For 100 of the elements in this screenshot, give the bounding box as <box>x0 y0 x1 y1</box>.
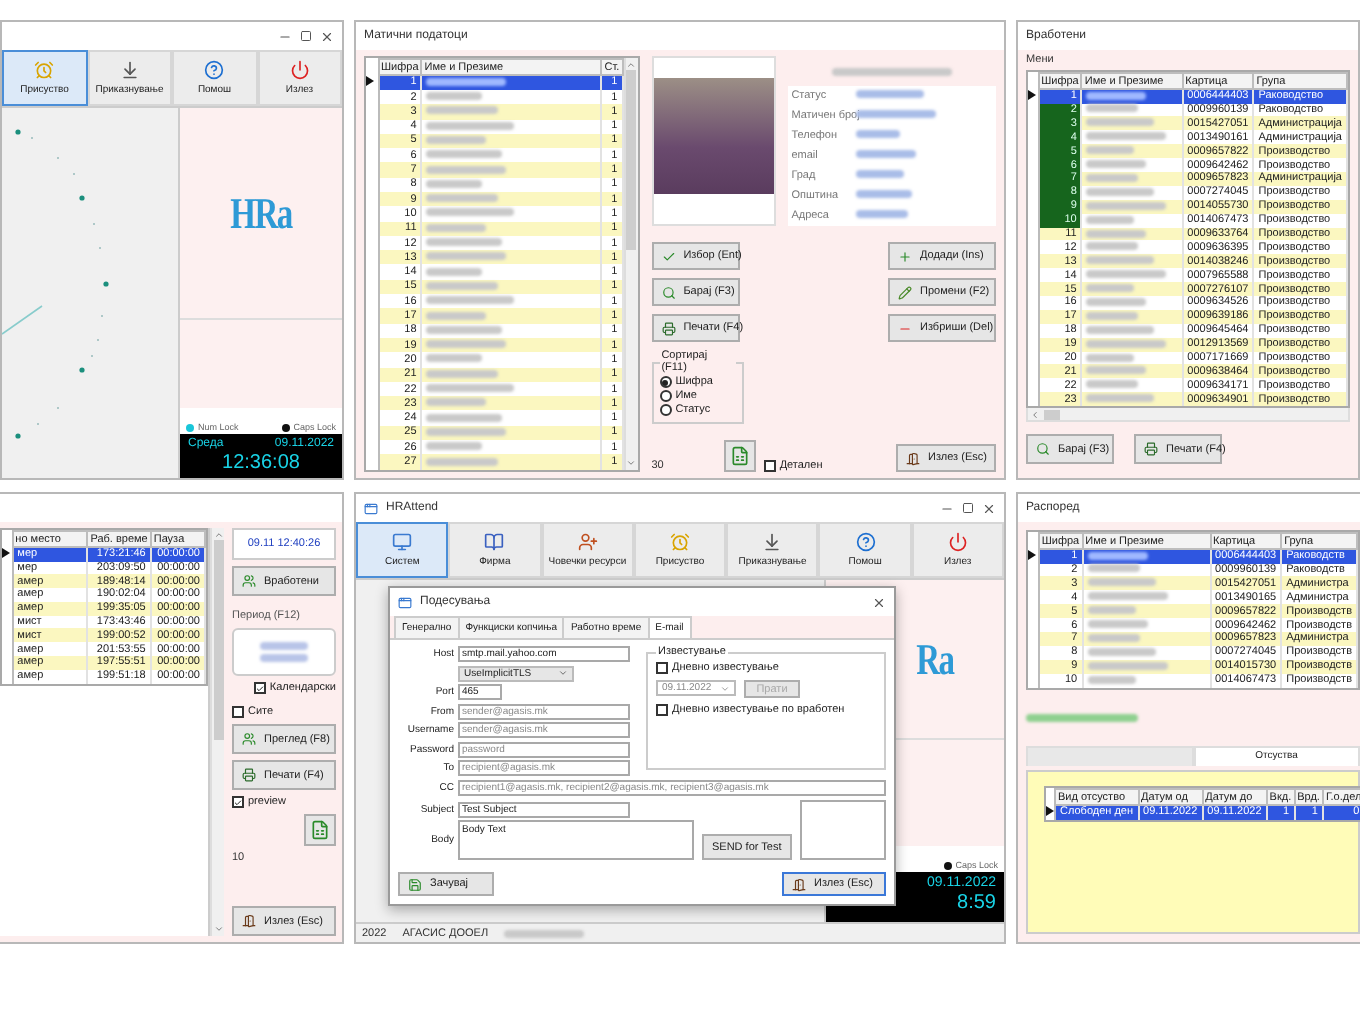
scroll-left-icon <box>1030 409 1040 420</box>
printer-icon <box>242 768 256 782</box>
blurred-text <box>1086 201 1167 210</box>
blurred-text <box>426 208 515 217</box>
blurred-text <box>426 238 503 247</box>
blurred-text <box>260 654 308 662</box>
blurred-text <box>426 384 515 393</box>
blurred-text <box>855 90 924 98</box>
blurred-text <box>1086 394 1155 403</box>
help-icon <box>204 60 225 80</box>
row-pointer-icon <box>1046 805 1054 816</box>
printer-icon <box>1144 442 1158 457</box>
scrollbar[interactable] <box>210 528 224 936</box>
blurred-text <box>1086 311 1139 320</box>
download-icon <box>762 532 783 552</box>
blurred-text <box>1086 366 1147 375</box>
scroll-up-icon <box>626 60 637 70</box>
blurred-text <box>1086 187 1155 196</box>
blurred-text <box>1086 242 1139 251</box>
blurred-text <box>1086 256 1155 265</box>
blurred-text <box>855 170 904 178</box>
blurred-text <box>855 110 936 118</box>
blurred-text <box>426 354 483 363</box>
blurred-text <box>1087 564 1140 573</box>
checkmark-icon <box>234 797 242 807</box>
logo: HRa <box>230 187 292 239</box>
blurred-text <box>260 642 308 650</box>
blurred-text <box>1087 661 1168 670</box>
blurred-text <box>1087 551 1148 560</box>
row-pointer-icon <box>1028 549 1036 559</box>
blurred-text <box>426 150 503 159</box>
blurred-text <box>1086 339 1167 348</box>
blurred-text <box>426 194 499 203</box>
blurred-text <box>1086 146 1135 155</box>
close-icon <box>320 29 334 43</box>
app-icon <box>398 595 412 609</box>
person-plus-icon <box>577 532 598 552</box>
chevron-down-icon <box>720 683 730 693</box>
books-icon <box>484 532 505 552</box>
blurred-text <box>1087 633 1140 642</box>
export-button[interactable] <box>304 814 336 846</box>
search-icon <box>1036 442 1050 457</box>
scroll-down-icon <box>626 458 637 468</box>
search-icon <box>661 285 676 299</box>
blurred-text <box>1087 647 1156 656</box>
blurred-text <box>426 340 507 349</box>
close-icon <box>982 501 996 515</box>
scroll-thumb[interactable] <box>626 70 637 250</box>
blurred-text <box>426 442 483 451</box>
blurred-text <box>1086 91 1147 100</box>
preview-area <box>799 800 886 860</box>
blurred-text <box>855 210 908 218</box>
checkmark-icon <box>255 683 264 693</box>
people-icon <box>242 732 256 746</box>
blurred-text <box>426 78 507 86</box>
help-icon <box>855 532 876 552</box>
door-icon <box>792 877 806 891</box>
blurred-text <box>426 457 499 466</box>
blurred-text <box>426 427 507 436</box>
blurred-text <box>1026 713 1138 722</box>
blurred-text <box>1086 297 1147 306</box>
scroll-down-icon <box>213 924 223 934</box>
scroll-up-icon <box>213 530 223 540</box>
blurred-text <box>426 369 499 378</box>
power-icon <box>289 60 310 80</box>
printer-icon <box>661 321 676 335</box>
spreadsheet-icon <box>310 820 330 840</box>
blurred-text <box>855 190 912 198</box>
blurred-text <box>1087 592 1168 601</box>
scroll-thumb[interactable] <box>213 540 223 740</box>
blurred-text <box>1086 325 1155 334</box>
door-icon <box>906 451 920 465</box>
blurred-text <box>1086 118 1155 127</box>
door-icon <box>242 914 256 928</box>
pencil-icon <box>898 285 912 299</box>
export-button[interactable] <box>723 440 756 472</box>
blurred-text <box>426 267 483 276</box>
blurred-text <box>426 413 503 422</box>
alarm-clock-icon <box>669 532 690 552</box>
tab[interactable] <box>1026 745 1193 766</box>
blurred-text <box>1086 132 1167 141</box>
blurred-text <box>1086 270 1167 279</box>
blurred-text <box>855 150 916 158</box>
scrollbar[interactable] <box>1026 408 1350 423</box>
save-icon <box>408 877 422 891</box>
blurred-text <box>1086 284 1135 293</box>
blurred-text <box>426 223 487 232</box>
blurred-text <box>1086 215 1135 224</box>
photo-placeholder <box>653 78 774 194</box>
blurred-text <box>426 296 515 305</box>
blurred-text <box>426 136 487 144</box>
blurred-text <box>426 398 487 407</box>
app-icon <box>364 501 378 515</box>
blurred-text <box>1086 104 1139 113</box>
scroll-thumb[interactable] <box>1044 409 1060 420</box>
blurred-text <box>504 929 585 937</box>
blurred-text <box>1087 606 1136 615</box>
maximize-icon <box>300 30 312 42</box>
close-icon <box>872 595 886 609</box>
chevron-down-icon <box>558 668 568 678</box>
